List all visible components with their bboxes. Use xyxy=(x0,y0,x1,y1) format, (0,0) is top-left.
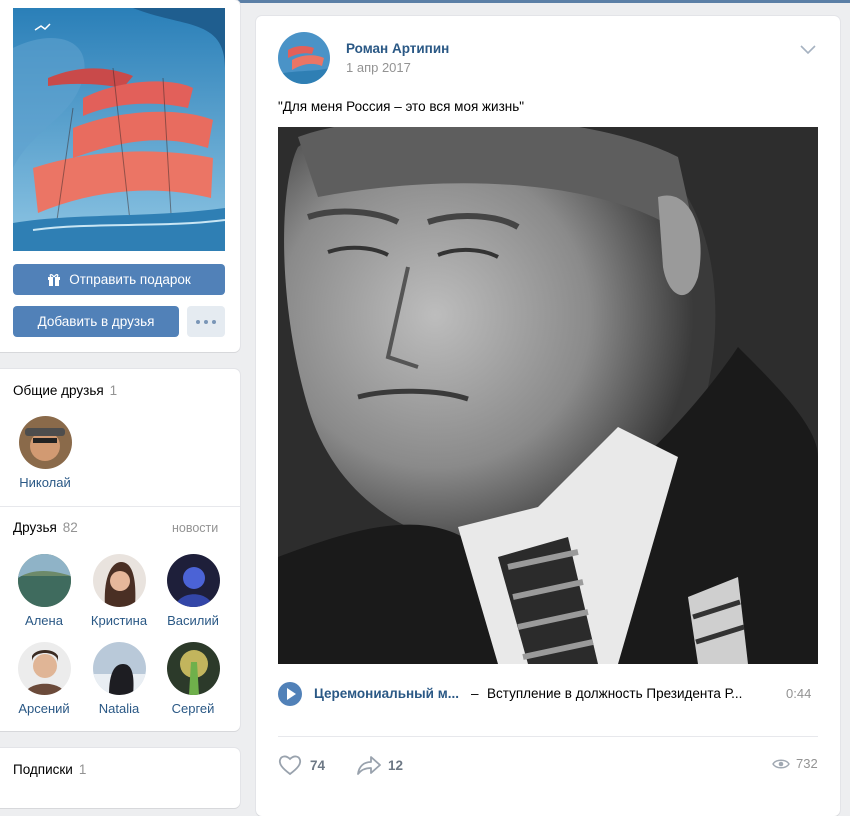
add-friend-button[interactable]: Добавить в друзья xyxy=(13,306,179,337)
friend-name: Арсений xyxy=(18,701,70,716)
avatar xyxy=(166,554,220,607)
chevron-down-icon[interactable] xyxy=(800,42,816,55)
more-actions-button[interactable] xyxy=(187,306,225,337)
avatar xyxy=(17,554,71,607)
share-icon xyxy=(357,756,381,775)
mutual-friend-item[interactable]: Николай xyxy=(10,416,80,490)
friend-name: Natalia xyxy=(98,701,140,716)
send-gift-label: Отправить подарок xyxy=(69,272,191,287)
heart-icon xyxy=(278,755,302,776)
audio-title[interactable]: Вступление в должность Президента Р... xyxy=(487,686,742,701)
avatar xyxy=(92,642,146,695)
subscriptions-header[interactable]: Подписки 1 xyxy=(13,762,86,777)
like-button[interactable]: 74 xyxy=(278,753,325,777)
avatar xyxy=(18,416,72,469)
friends-card: Общие друзья 1 Николай Друзья 82 новости А… xyxy=(0,369,240,731)
divider xyxy=(278,736,818,737)
views-count: 732 xyxy=(796,756,818,771)
subscriptions-title: Подписки xyxy=(13,762,73,777)
friend-item[interactable]: Арсений xyxy=(9,642,79,716)
friend-name: Алена xyxy=(25,613,63,628)
share-count: 12 xyxy=(388,757,404,773)
audio-artist[interactable]: Церемониальный м... xyxy=(314,686,459,701)
audio-dash: – xyxy=(471,686,479,701)
friend-name: Кристина xyxy=(90,613,148,628)
play-icon[interactable] xyxy=(278,682,302,706)
audio-attachment[interactable]: Церемониальный м... – Вступление в должн… xyxy=(278,680,818,708)
friend-item[interactable]: Алена xyxy=(9,554,79,628)
avatar xyxy=(166,642,220,695)
views-counter: 732 xyxy=(772,756,818,771)
divider xyxy=(0,506,240,507)
friend-item[interactable]: Василий xyxy=(158,554,228,628)
post-author-name[interactable]: Роман Артипин xyxy=(346,41,449,56)
mutual-friends-title: Общие друзья xyxy=(13,383,104,398)
avatar xyxy=(17,642,71,695)
subscriptions-card: Подписки 1 xyxy=(0,748,240,808)
send-gift-button[interactable]: Отправить подарок xyxy=(13,264,225,295)
friend-name: Василий xyxy=(167,613,219,628)
mutual-friends-count: 1 xyxy=(109,383,118,398)
friend-item[interactable]: Natalia xyxy=(84,642,154,716)
friends-count: 82 xyxy=(62,520,78,535)
post-date[interactable]: 1 апр 2017 xyxy=(346,60,411,75)
add-friend-label: Добавить в друзья xyxy=(37,314,155,329)
profile-card: Отправить подарок Добавить в друзья xyxy=(0,0,240,352)
friend-item[interactable]: Кристина xyxy=(84,554,154,628)
post-author-avatar[interactable] xyxy=(278,32,330,84)
more-dots-icon xyxy=(196,319,200,324)
wall-post: Роман Артипин 1 апр 2017 "Для меня Росси… xyxy=(256,16,840,816)
subscriptions-count: 1 xyxy=(78,762,87,777)
share-button[interactable]: 12 xyxy=(356,753,403,777)
audio-duration: 0:44 xyxy=(786,686,812,701)
mutual-friends-header[interactable]: Общие друзья 1 xyxy=(13,383,117,398)
profile-avatar[interactable] xyxy=(13,8,225,251)
friends-title: Друзья xyxy=(13,520,57,535)
friends-header[interactable]: Друзья 82 xyxy=(13,520,78,535)
post-text: "Для меня Россия – это вся моя жизнь" xyxy=(278,99,525,114)
like-count: 74 xyxy=(310,757,326,773)
gift-icon xyxy=(47,273,61,286)
avatar xyxy=(92,554,146,607)
friends-news-link[interactable]: новости xyxy=(172,521,218,535)
friend-name: Сергей xyxy=(171,701,215,716)
mutual-friend-name: Николай xyxy=(19,475,71,490)
post-photo[interactable] xyxy=(278,127,818,664)
friend-item[interactable]: Сергей xyxy=(158,642,228,716)
eye-icon xyxy=(772,759,790,768)
